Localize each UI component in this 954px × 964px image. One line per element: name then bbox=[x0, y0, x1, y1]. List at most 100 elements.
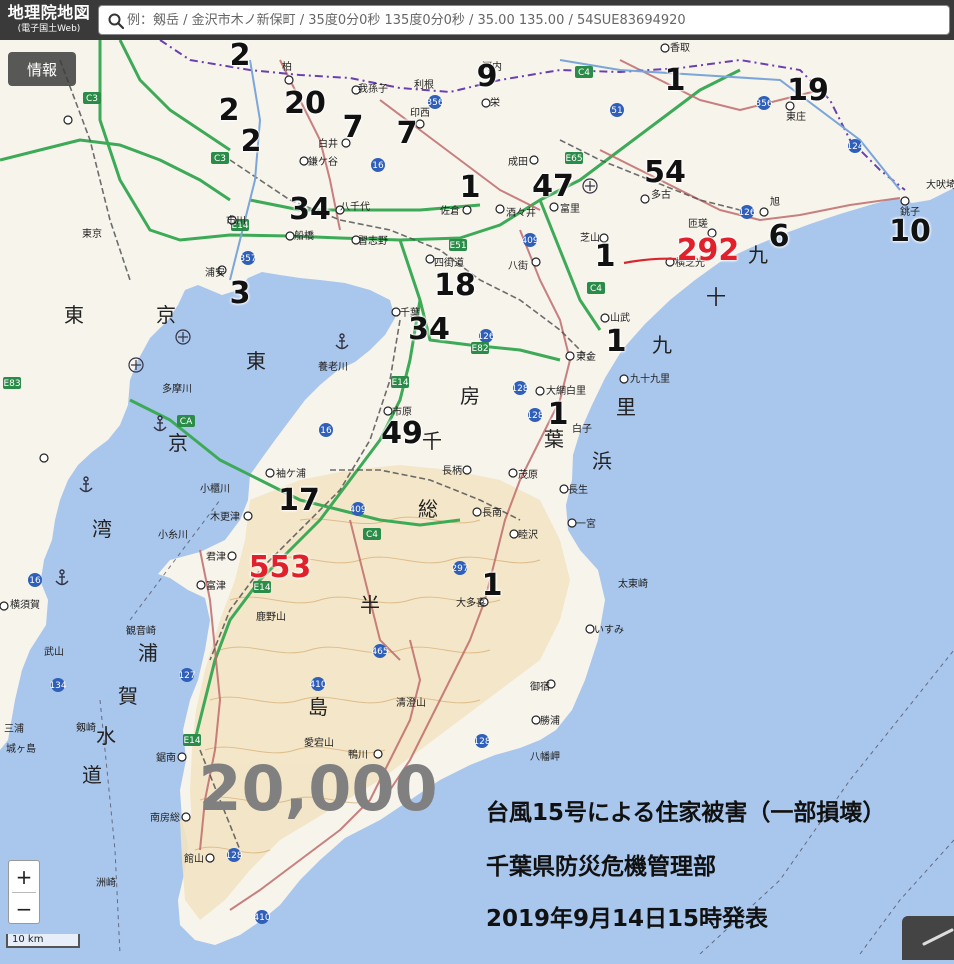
damage-count: 10 bbox=[889, 214, 931, 249]
city-hall-icon bbox=[299, 156, 309, 166]
top-bar: 地理院地図 (電子国土Web) bbox=[0, 0, 954, 40]
caption-title: 台風15号による住家被害（一部損壊） bbox=[486, 800, 886, 826]
city-hall-icon bbox=[559, 484, 569, 494]
city-hall-icon bbox=[205, 853, 215, 863]
place-label: 小櫃川 bbox=[200, 482, 230, 495]
app-title: 地理院地図 bbox=[7, 3, 91, 22]
zoom-in-button[interactable]: + bbox=[9, 861, 39, 892]
place-label: 多摩川 bbox=[162, 382, 192, 395]
route-shield-icon: 51 bbox=[611, 106, 622, 116]
place-label: 白子 bbox=[572, 422, 592, 435]
place-label: 鹿野山 bbox=[256, 610, 286, 623]
damage-count: 34 bbox=[289, 192, 331, 227]
route-shield-icon: 124 bbox=[846, 142, 863, 152]
place-label: 大吠埼 bbox=[926, 178, 954, 191]
place-label: 山武 bbox=[610, 311, 630, 324]
city-hall-icon bbox=[585, 624, 595, 634]
search-input[interactable] bbox=[127, 6, 927, 34]
city-hall-icon bbox=[39, 453, 49, 463]
caption-date: 2019年9月14日15時発表 bbox=[486, 906, 769, 932]
city-hall-icon bbox=[425, 254, 435, 264]
damage-count: 17 bbox=[278, 483, 320, 518]
region-label: 九 bbox=[748, 243, 768, 267]
city-hall-icon bbox=[509, 529, 519, 539]
place-label: 小糸川 bbox=[158, 529, 188, 541]
city-hall-icon bbox=[535, 386, 545, 396]
place-label: 我孫子 bbox=[358, 83, 388, 95]
city-hall-icon bbox=[900, 196, 910, 206]
lighthouse-icon bbox=[175, 329, 191, 345]
route-shield-icon: 297 bbox=[451, 564, 468, 574]
route-shield-icon: 128 bbox=[511, 384, 528, 394]
place-label: 一宮 bbox=[576, 517, 596, 530]
region-label: 十 bbox=[706, 285, 726, 309]
corner-panel-tab[interactable] bbox=[902, 916, 954, 960]
city-hall-icon bbox=[284, 75, 294, 85]
damage-count: 1 bbox=[459, 170, 481, 205]
place-label: 木更津 bbox=[210, 511, 240, 523]
region-label: 浜 bbox=[592, 449, 612, 473]
damage-count: 292 bbox=[676, 233, 740, 268]
region-label: 浦 bbox=[138, 641, 158, 665]
place-label: 旭 bbox=[770, 196, 780, 208]
place-label: 睦沢 bbox=[518, 528, 538, 541]
damage-count: 47 bbox=[532, 169, 574, 204]
place-label: 愛宕山 bbox=[304, 736, 334, 749]
place-label: 成田 bbox=[508, 156, 528, 168]
place-label: 酒々井 bbox=[506, 206, 536, 219]
caption-source: 千葉県防災危機管理部 bbox=[486, 854, 716, 880]
place-label: 横須賀 bbox=[10, 598, 40, 611]
place-label: 長南 bbox=[482, 506, 502, 519]
app-subtitle: (電子国土Web) bbox=[17, 24, 81, 34]
city-hall-icon bbox=[567, 518, 577, 528]
city-hall-icon bbox=[529, 155, 539, 165]
route-shield-icon: CA bbox=[180, 417, 193, 427]
route-shield-icon: E83 bbox=[3, 379, 20, 389]
expand-icon bbox=[922, 928, 954, 946]
route-shield-icon: 16 bbox=[372, 161, 384, 171]
search-box bbox=[98, 5, 950, 35]
region-label: 総 bbox=[418, 497, 438, 521]
place-label: 館山 bbox=[184, 852, 204, 865]
place-label: 南房総 bbox=[150, 811, 180, 824]
route-shield-icon: 128 bbox=[225, 851, 242, 861]
city-hall-icon bbox=[265, 468, 275, 478]
region-label: 京 bbox=[168, 431, 188, 455]
city-hall-icon bbox=[383, 406, 393, 416]
route-shield-icon: E65 bbox=[565, 154, 582, 164]
region-label: 九 bbox=[652, 333, 672, 357]
place-label: 城ヶ島 bbox=[6, 742, 36, 755]
route-shield-icon: 16 bbox=[29, 576, 41, 586]
region-label: 東 bbox=[246, 349, 266, 373]
place-label: 九十九里 bbox=[630, 372, 670, 385]
region-label: 島 bbox=[308, 695, 328, 719]
route-shield-icon: 465 bbox=[371, 647, 388, 657]
route-shield-icon: C4 bbox=[578, 68, 590, 78]
city-hall-icon bbox=[181, 812, 191, 822]
damage-count: 553 bbox=[248, 550, 312, 585]
city-hall-icon bbox=[472, 507, 482, 517]
place-label: 八街 bbox=[508, 259, 528, 272]
damage-count: 1 bbox=[547, 397, 569, 432]
app-logo[interactable]: 地理院地図 (電子国土Web) bbox=[0, 0, 98, 40]
info-button[interactable]: 情報 bbox=[8, 52, 76, 86]
zoom-out-button[interactable]: − bbox=[9, 893, 39, 924]
route-shield-icon: E14 bbox=[391, 378, 408, 388]
total-damage-count: 20,000 bbox=[198, 752, 438, 825]
damage-count: 7 bbox=[396, 116, 418, 151]
region-label: 賀 bbox=[118, 684, 138, 708]
lighthouse-icon bbox=[582, 178, 598, 194]
place-label: 白井 bbox=[318, 137, 338, 150]
damage-count: 3 bbox=[229, 276, 251, 311]
route-shield-icon: 126 bbox=[738, 208, 755, 218]
search-icon[interactable] bbox=[107, 12, 125, 30]
place-label: 大網白里 bbox=[546, 384, 586, 397]
place-label: 洲崎 bbox=[96, 876, 116, 889]
city-hall-icon bbox=[549, 202, 559, 212]
route-shield-icon: 128 bbox=[526, 411, 543, 421]
region-label: 半 bbox=[360, 593, 380, 617]
city-hall-icon bbox=[660, 43, 670, 53]
city-hall-icon bbox=[243, 511, 253, 521]
route-shield-icon: 409 bbox=[521, 236, 538, 246]
city-hall-icon bbox=[391, 307, 401, 317]
